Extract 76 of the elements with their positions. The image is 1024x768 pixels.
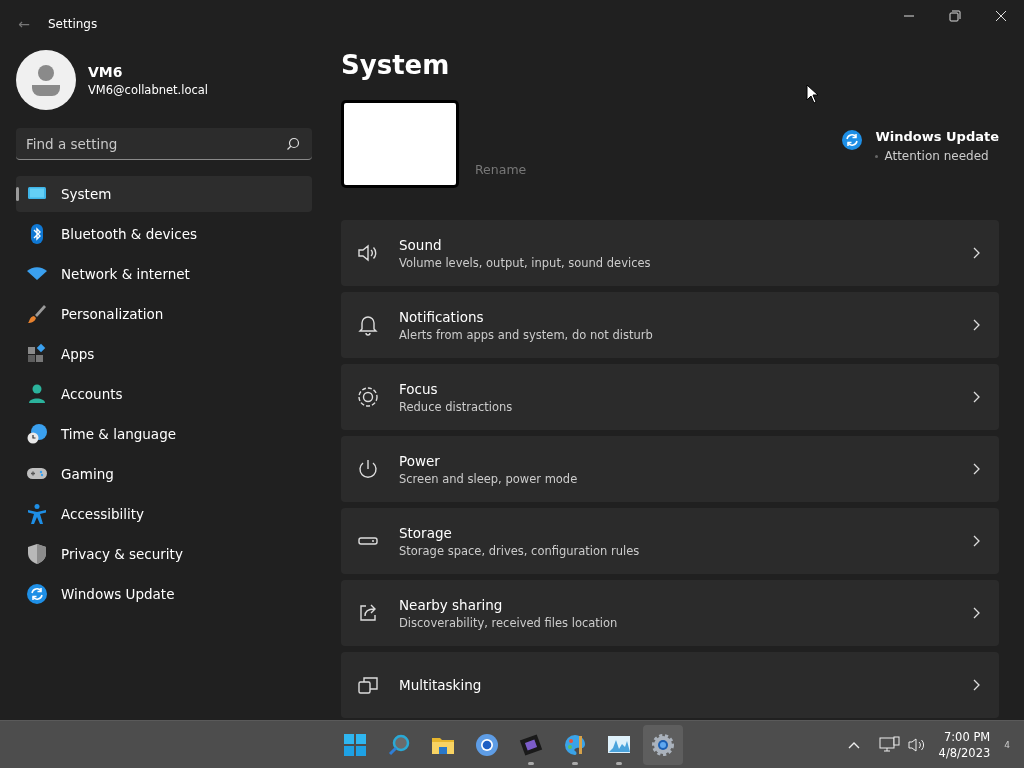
chevron-icon [971, 319, 981, 331]
card-title: Nearby sharing [399, 596, 504, 613]
clock[interactable]: 7:00 PM 4/8/2023 [938, 728, 991, 761]
card-title: Storage [399, 524, 453, 541]
apps-icon [26, 343, 48, 365]
card-subtitle: Alerts from apps and system, do not disturb [399, 327, 654, 342]
account-name: VM6 [88, 63, 124, 80]
settings-card[interactable]: Multitasking [341, 652, 999, 718]
share-icon [357, 602, 379, 624]
search-icon [387, 732, 411, 757]
card-subtitle: Volume levels, output, input, sound devices [399, 255, 652, 270]
volume-icon[interactable] [906, 735, 927, 754]
settings-card[interactable]: Power Screen and sleep, power mode [341, 436, 999, 502]
notification-count[interactable]: 4 [1004, 739, 1010, 750]
update-title[interactable]: Windows Update [875, 129, 999, 144]
sidebar-item[interactable]: Network & internet [16, 256, 312, 292]
browser-icon [475, 732, 499, 757]
taskbar-app[interactable] [643, 724, 683, 765]
sidebar-item[interactable]: Privacy & security [16, 536, 312, 572]
rename-link[interactable]: Rename [475, 162, 842, 177]
search-icon [286, 137, 300, 151]
update-icon [26, 583, 48, 605]
restore-icon [949, 10, 961, 22]
settings-card[interactable]: Sound Volume levels, output, input, sound devices [341, 220, 999, 286]
person-icon [26, 383, 48, 405]
avatar [16, 50, 76, 110]
account-email: VM6@collabnet.local [88, 82, 209, 97]
gear-icon [651, 732, 675, 757]
page-title: System [341, 50, 451, 80]
sidebar-item[interactable]: Accessibility [16, 496, 312, 532]
windows-icon [357, 674, 379, 696]
chevron-icon [971, 463, 981, 475]
card-title: Focus [399, 380, 439, 397]
card-subtitle: Screen and sleep, power mode [399, 471, 579, 486]
card-title: Power [399, 452, 441, 469]
power-icon [357, 458, 379, 480]
card-subtitle: Discoverability, received files location [399, 615, 619, 630]
network-icon[interactable] [878, 735, 901, 754]
settings-card[interactable]: Nearby sharing Discoverability, received files location [341, 580, 999, 646]
card-subtitle: Reduce distractions [399, 399, 514, 414]
sidebar-item[interactable]: Personalization [16, 296, 312, 332]
shield-icon [26, 543, 48, 565]
close-icon [995, 10, 1007, 22]
sidebar-item[interactable]: Windows Update [16, 576, 312, 612]
card-subtitle: Storage space, drives, configuration rules [399, 543, 641, 558]
chevron-icon [971, 607, 981, 619]
brush-icon [26, 303, 48, 325]
window-title: Settings [48, 17, 99, 31]
sidebar-item[interactable]: Bluetooth & devices [16, 216, 312, 252]
sidebar-item[interactable]: Apps [16, 336, 312, 372]
globe-icon [26, 423, 48, 445]
back-button[interactable]: ← [0, 16, 48, 32]
speaker-icon [357, 242, 379, 264]
update-status: Attention needed [884, 149, 989, 163]
bell-icon [357, 314, 379, 336]
settings-card[interactable]: Focus Reduce distractions [341, 364, 999, 430]
sidebar-item[interactable]: Accounts [16, 376, 312, 412]
chevron-icon [971, 535, 981, 547]
cursor-icon [806, 84, 819, 104]
update-icon [841, 129, 864, 151]
search-field[interactable]: Find a setting [16, 128, 312, 160]
accessibility-icon [26, 503, 48, 525]
card-title: Multitasking [399, 677, 483, 693]
chevron-icon [971, 247, 981, 259]
sidebar-item[interactable]: Gaming [16, 456, 312, 492]
palette-icon [563, 732, 587, 757]
start-icon [343, 732, 367, 757]
card-title: Sound [399, 236, 443, 253]
sidebar-item[interactable]: Time & language [16, 416, 312, 452]
sidebar-item[interactable]: System [16, 176, 312, 212]
chevron-icon [971, 679, 981, 691]
chevron-icon [971, 391, 981, 403]
card-title: Notifications [399, 308, 485, 325]
focus-icon [357, 386, 379, 408]
settings-card[interactable]: Notifications Alerts from apps and system, do not disturb [341, 292, 999, 358]
settings-card[interactable]: Storage Storage space, drives, configuration rules [341, 508, 999, 574]
